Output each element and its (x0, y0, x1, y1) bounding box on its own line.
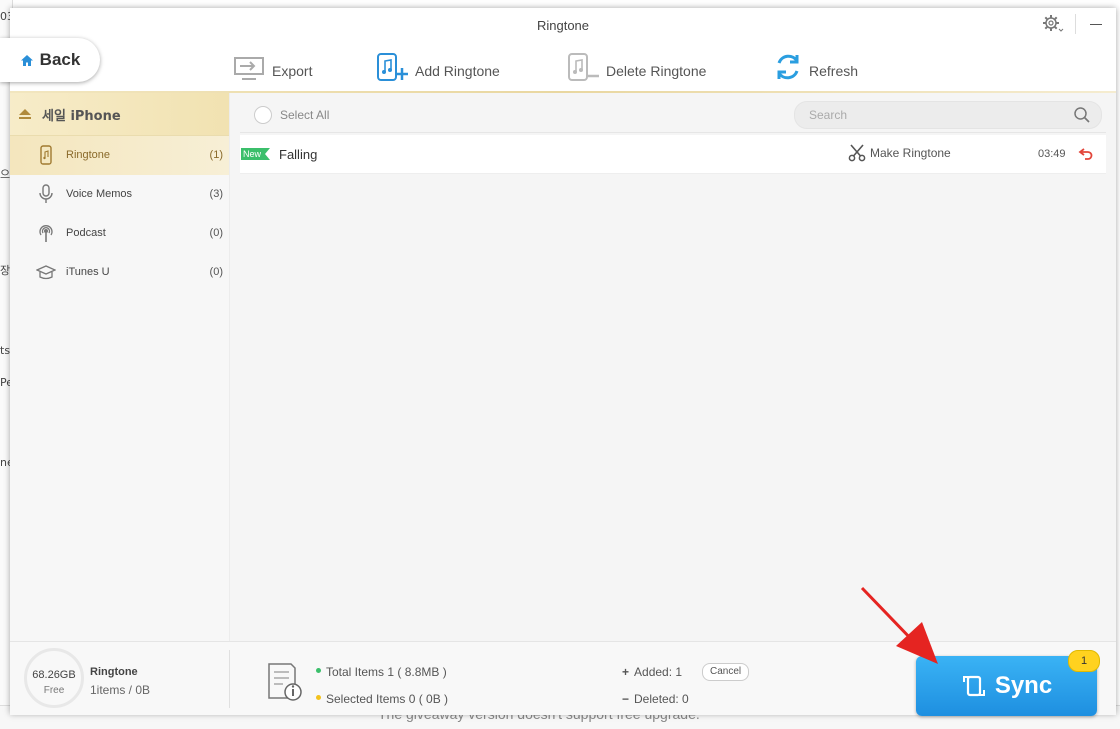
sync-label: Sync (994, 672, 1053, 699)
storage-free-label: Free (43, 685, 65, 696)
select-all-checkbox[interactable] (254, 106, 272, 124)
refresh-label: Refresh (809, 63, 859, 79)
make-ringtone-label: Make Ringtone (870, 146, 951, 160)
graduation-cap-icon (36, 265, 56, 280)
select-all-label[interactable]: Select All (280, 108, 329, 122)
delete-ringtone-label: Delete Ringtone (606, 63, 707, 79)
microphone-icon (39, 184, 53, 203)
device-header[interactable]: 세일 iPhone (10, 93, 229, 136)
sidebar-item-podcast[interactable]: Podcast (0) (10, 214, 229, 253)
add-ringtone-icon (377, 53, 408, 81)
storage-gauge: 68.26GB Free (24, 648, 84, 708)
sidebar-item-label: Ringtone (66, 149, 111, 161)
list-header: Select All Search (240, 96, 1106, 133)
status-separator (229, 650, 230, 708)
undo-icon[interactable] (1078, 146, 1094, 162)
sidebar-item-itunes-u[interactable]: iTunes U (0) (10, 253, 229, 292)
sidebar-item-count: (0) (209, 227, 223, 239)
app-window: Ringtone Back Export Add Ringtone Delete… (0, 8, 1116, 715)
home-icon (20, 54, 33, 66)
search-icon[interactable] (1073, 106, 1091, 124)
export-label: Export (272, 63, 313, 79)
deleted-stat: − Deleted: 0 (622, 692, 689, 706)
add-ringtone-label: Add Ringtone (415, 63, 500, 79)
sync-device-icon (962, 675, 985, 697)
refresh-icon (777, 54, 799, 80)
podcast-icon (39, 225, 53, 242)
storage-free-value: 68.26GB (32, 669, 76, 681)
yellow-dot-icon (316, 695, 321, 701)
export-button[interactable]: Export (232, 50, 312, 84)
delete-ringtone-button[interactable]: Delete Ringtone (566, 50, 706, 84)
sidebar-item-count: (3) (209, 188, 223, 200)
back-button[interactable]: Back (0, 38, 100, 82)
new-badge: New (241, 148, 271, 160)
green-dot-icon (316, 668, 321, 674)
plus-icon: + (622, 665, 630, 679)
sidebar-item-voice-memos[interactable]: Voice Memos (3) (10, 175, 229, 214)
category-name: Ringtone (90, 666, 138, 678)
ringtone-list-panel: Select All Search New Falling Make Ringt… (230, 93, 1116, 641)
added-stat: + Added: 1 (622, 665, 682, 679)
deleted-text: Deleted: 0 (634, 692, 689, 706)
background-fragment: 으 (0, 168, 11, 181)
settings-gear-icon[interactable] (1042, 14, 1064, 34)
sidebar-item-label: Podcast (66, 227, 106, 239)
search-placeholder: Search (809, 108, 848, 122)
background-fragment: 장 (0, 264, 11, 277)
sync-count-badge: 1 (1068, 650, 1100, 672)
total-items-text: Total Items 1 ( 8.8MB ) (326, 665, 447, 679)
phone-music-icon (40, 145, 52, 165)
ringtone-title: Falling (279, 147, 318, 162)
document-info-icon (268, 663, 302, 701)
title-bar: Ringtone (10, 8, 1116, 42)
sidebar-item-count: (0) (209, 266, 223, 278)
eject-icon[interactable] (18, 109, 32, 119)
device-name: 세일 iPhone (42, 108, 121, 124)
minimize-button[interactable] (1090, 24, 1102, 25)
sidebar-item-label: Voice Memos (66, 188, 133, 200)
ringtone-duration: 03:49 (1038, 148, 1066, 160)
export-icon (234, 57, 264, 80)
sidebar: 세일 iPhone Ringtone (1) Voice Memos (3) P… (10, 93, 230, 641)
category-summary: 1items / 0B (90, 683, 151, 697)
selected-items-text: Selected Items 0 ( 0B ) (326, 692, 449, 706)
sidebar-item-ringtone[interactable]: Ringtone (1) (10, 136, 229, 175)
added-text: Added: 1 (634, 665, 683, 679)
sidebar-item-count: (1) (209, 149, 223, 161)
selected-items-stat: Selected Items 0 ( 0B ) (316, 692, 448, 706)
back-button-label: Back (39, 50, 81, 69)
refresh-button[interactable]: Refresh (773, 50, 858, 84)
make-ringtone-button[interactable]: Make Ringtone (848, 144, 951, 162)
search-input[interactable]: Search (794, 101, 1102, 129)
sidebar-item-label: iTunes U (66, 266, 110, 278)
delete-ringtone-icon (568, 53, 599, 81)
total-items-stat: Total Items 1 ( 8.8MB ) (316, 665, 447, 679)
table-row[interactable]: New Falling Make Ringtone 03:49 (240, 135, 1106, 174)
cancel-button[interactable]: Cancel (702, 663, 750, 681)
add-ringtone-button[interactable]: Add Ringtone (375, 50, 500, 84)
minus-icon: − (622, 692, 630, 706)
window-title: Ringtone (536, 18, 590, 33)
scissors-icon (848, 144, 866, 162)
red-arrow-annotation-icon (860, 586, 938, 664)
title-separator (1075, 14, 1076, 34)
